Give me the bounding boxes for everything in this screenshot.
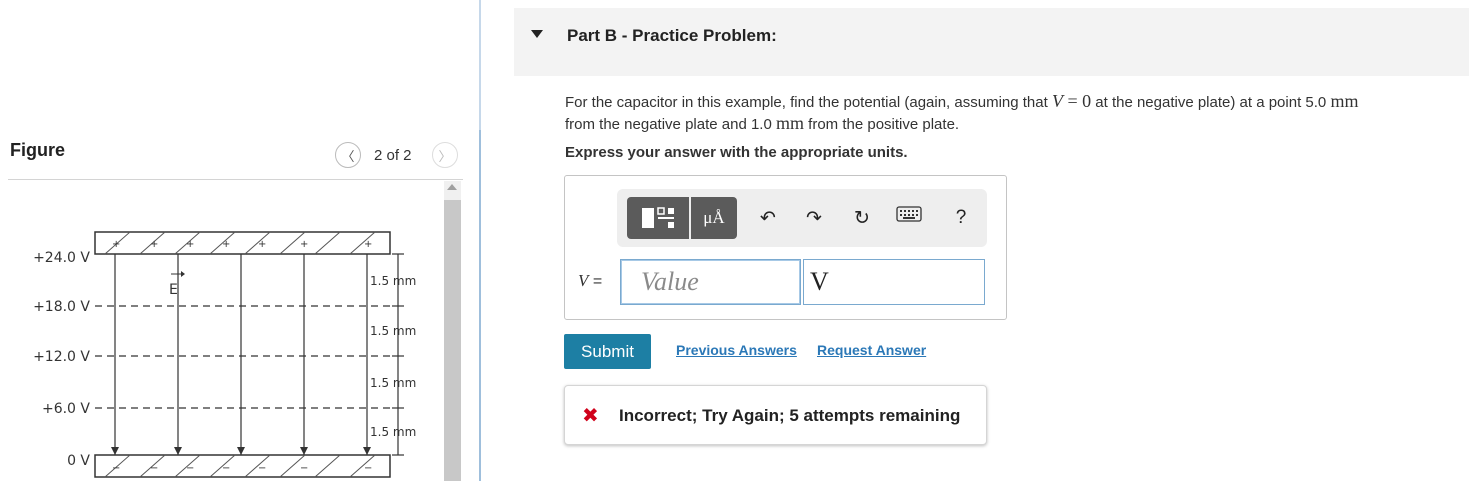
svg-text:−: − xyxy=(222,463,230,474)
figure-divider xyxy=(8,179,463,180)
units-button[interactable]: μÅ xyxy=(691,197,737,239)
feedback-text: Incorrect; Try Again; 5 attempts remaini… xyxy=(619,406,961,425)
help-button[interactable]: ? xyxy=(947,204,975,232)
part-b-title: Part B - Practice Problem: xyxy=(567,26,777,45)
collapse-caret-icon[interactable] xyxy=(531,30,543,38)
value-input[interactable] xyxy=(620,259,801,305)
keyboard-icon xyxy=(896,206,922,222)
scrollbar-thumb[interactable] xyxy=(444,200,461,481)
spacing-label: 1.5 mm xyxy=(370,376,416,390)
svg-text:−: − xyxy=(364,463,372,474)
unit-input[interactable] xyxy=(803,259,985,305)
svg-text:+: + xyxy=(300,239,308,250)
svg-text:+: + xyxy=(222,239,230,250)
voltage-label: +6.0 V xyxy=(42,401,90,417)
svg-text:−: − xyxy=(112,463,120,474)
field-lines xyxy=(114,254,368,455)
answer-instruction: Express your answer with the appropriate… xyxy=(565,144,908,161)
capacitor-figure: + + + + + + + − − − − − − − E +24.0 V +18.0 V +1… xyxy=(33,231,416,478)
next-figure-button[interactable]: 〉 xyxy=(432,142,458,168)
spacing-label: 1.5 mm xyxy=(370,324,416,338)
reset-button[interactable]: ↻ xyxy=(848,204,876,232)
voltage-label: +12.0 V xyxy=(33,349,90,365)
svg-text:+: + xyxy=(112,239,120,250)
chevron-left-icon: 〈 xyxy=(341,148,355,164)
field-arrows xyxy=(111,447,371,455)
svg-text:+: + xyxy=(186,239,194,250)
negative-plate xyxy=(94,454,391,478)
answer-variable-label: V = xyxy=(578,271,603,290)
undo-icon: ↶ xyxy=(760,207,776,229)
svg-text:−: − xyxy=(258,463,266,474)
svg-text:+: + xyxy=(364,239,372,250)
equipotential-lines xyxy=(95,305,392,409)
svg-text:−: − xyxy=(300,463,308,474)
voltage-label: +24.0 V xyxy=(33,250,90,266)
request-answer-link[interactable]: Request Answer xyxy=(817,342,926,358)
templates-icon xyxy=(642,207,674,228)
figure-page-indicator: 2 of 2 xyxy=(374,147,412,164)
svg-text:+: + xyxy=(150,239,158,250)
undo-button[interactable]: ↶ xyxy=(754,204,782,232)
redo-button[interactable]: ↷ xyxy=(800,204,828,232)
scroll-up-arrow-icon[interactable] xyxy=(447,184,457,190)
reset-icon: ↻ xyxy=(854,207,870,229)
help-icon: ? xyxy=(955,207,967,228)
svg-text:+: + xyxy=(258,239,266,250)
svg-text:−: − xyxy=(150,463,158,474)
panel-divider-active xyxy=(479,130,481,481)
previous-figure-button[interactable]: 〈 xyxy=(335,142,361,168)
figure-title: Figure xyxy=(10,140,66,160)
spacing-label: 1.5 mm xyxy=(370,274,416,288)
submit-button[interactable]: Submit xyxy=(564,334,651,369)
voltage-labels: +24.0 V +18.0 V +12.0 V +6.0 V 0 V xyxy=(33,250,90,469)
spacing-label: 1.5 mm xyxy=(370,425,416,439)
problem-statement: For the capacitor in this example, find … xyxy=(565,91,1359,133)
positive-plate xyxy=(94,231,391,255)
svg-text:−: − xyxy=(186,463,194,474)
voltage-label: 0 V xyxy=(67,453,90,469)
units-icon: μÅ xyxy=(703,208,725,227)
field-label: E xyxy=(169,282,178,298)
redo-icon: ↷ xyxy=(806,207,822,229)
x-icon: ✖ xyxy=(582,405,599,427)
chevron-right-icon: 〉 xyxy=(438,148,452,164)
templates-button[interactable] xyxy=(627,197,689,239)
voltage-label: +18.0 V xyxy=(33,299,90,315)
keyboard-button[interactable] xyxy=(896,206,922,222)
previous-answers-link[interactable]: Previous Answers xyxy=(676,342,797,358)
plate-hatching xyxy=(104,231,376,478)
